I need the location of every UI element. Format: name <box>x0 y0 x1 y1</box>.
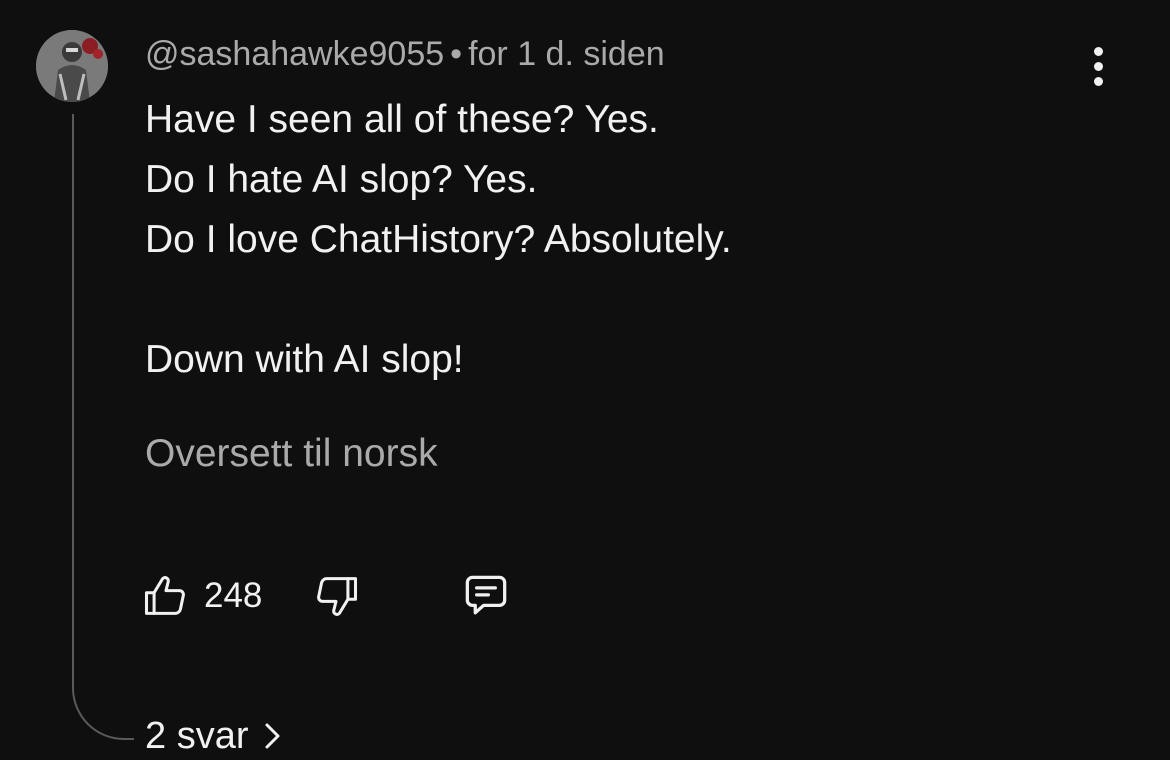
thumbs-up-icon <box>144 576 185 615</box>
reply-button[interactable] <box>458 566 514 626</box>
chevron-right-icon <box>265 723 280 749</box>
avatar[interactable] <box>36 30 108 102</box>
timestamp[interactable]: for 1 d. siden <box>468 35 665 73</box>
avatar-image <box>36 30 108 102</box>
replies-label: 2 svar <box>145 715 249 757</box>
comment: @sashahawke9055 • for 1 d. siden Have I se… <box>0 0 1170 757</box>
like-button[interactable]: 248 <box>140 566 262 626</box>
more-options-button[interactable] <box>1076 40 1120 92</box>
translate-link[interactable]: Oversett til norsk <box>145 428 438 480</box>
thumbs-down-icon <box>317 577 358 616</box>
comment-line: Do I hate AI slop? Yes. <box>145 158 538 201</box>
comment-line: Do I love ChatHistory? Absolutely. <box>145 218 732 261</box>
comment-text: Have I seen all of these? Yes. Do I hate… <box>145 90 732 390</box>
comment-header: @sashahawke9055 • for 1 d. siden <box>145 32 665 76</box>
comment-line <box>145 270 732 330</box>
separator: • <box>450 35 463 73</box>
replies-link[interactable]: 2 svar <box>145 712 282 760</box>
like-count: 248 <box>204 576 263 615</box>
thread-line <box>72 114 134 740</box>
comment-icon <box>465 575 507 615</box>
comment-actions: 248 <box>140 566 560 630</box>
dislike-button[interactable] <box>310 566 362 626</box>
author-name[interactable]: @sashahawke9055 <box>145 35 444 73</box>
comment-line: Down with AI slop! <box>145 338 464 381</box>
comment-line: Have I seen all of these? Yes. <box>145 98 659 141</box>
more-vertical-icon <box>1093 46 1103 86</box>
